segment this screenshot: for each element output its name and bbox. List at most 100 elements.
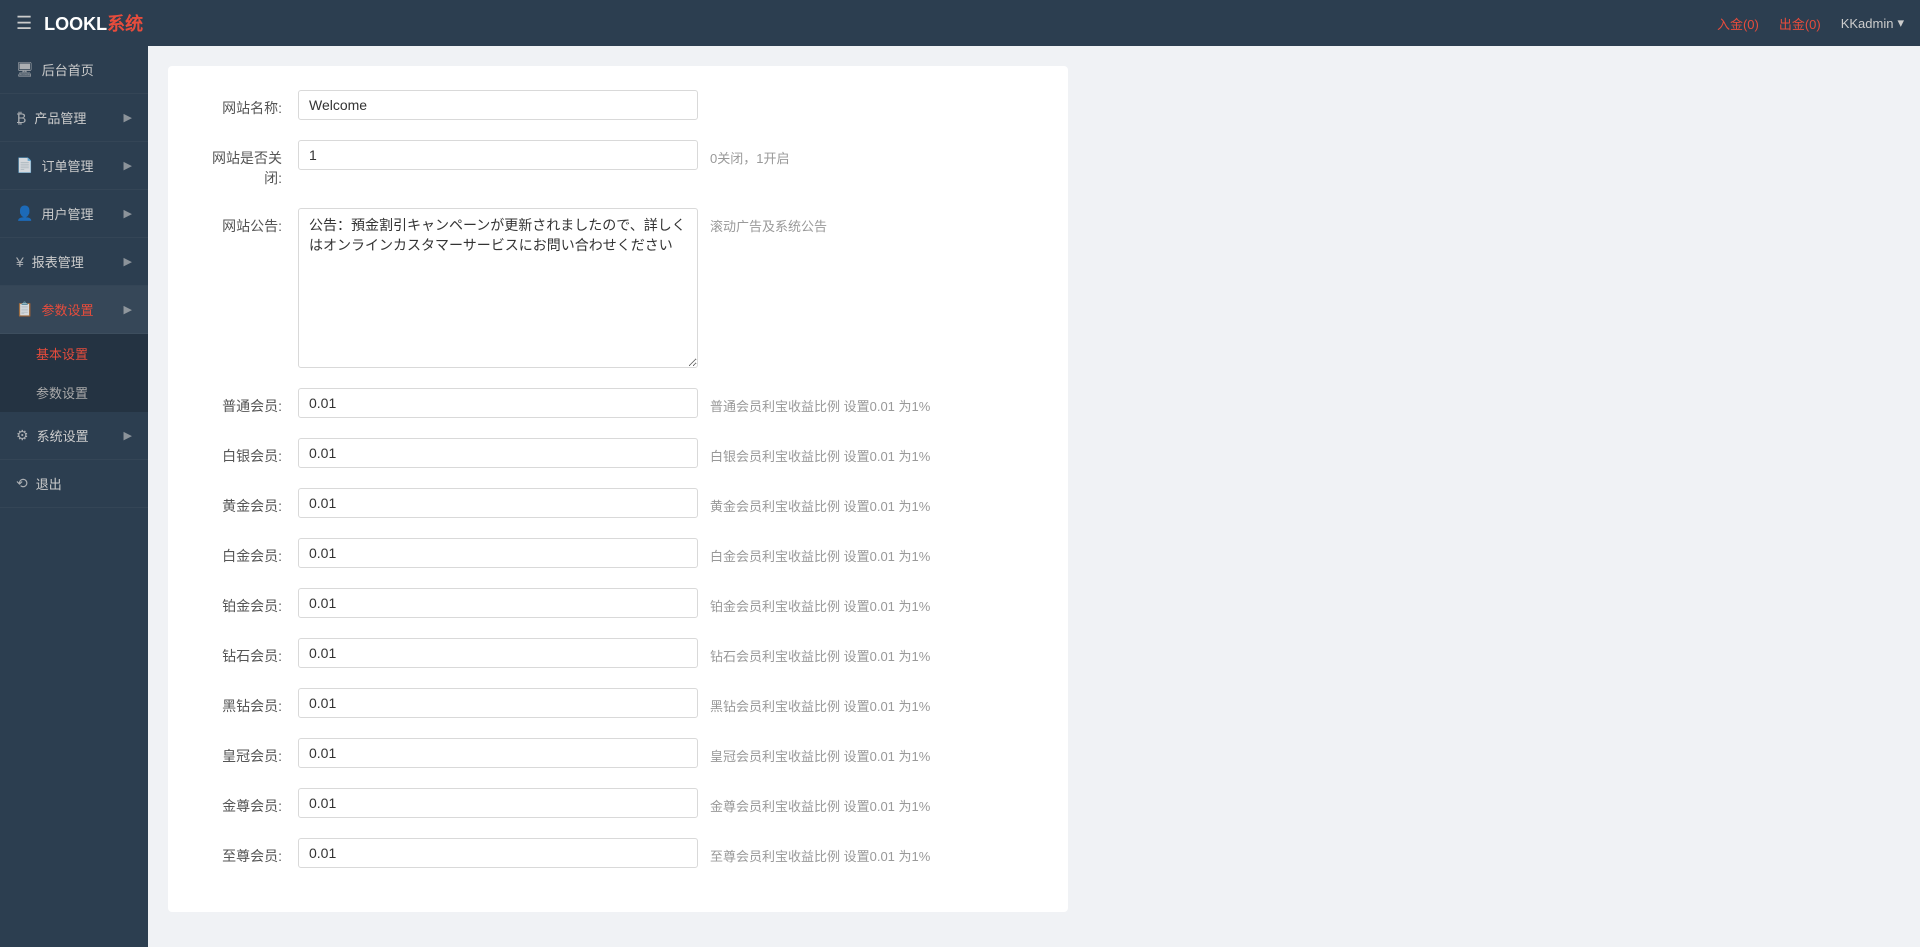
sidebar-item-label: 订单管理 bbox=[41, 156, 93, 175]
content-card: 网站名称: 网站是否关闭: 0关闭，1开启 网站公告: 公告：預金割引キャンペー… bbox=[168, 66, 1068, 912]
form-row-black-diamond: 黑钻会员: 黑钻会员利宝收益比例 设置0.01 为1% bbox=[198, 688, 1038, 718]
platinum-member-control: 白金会员利宝收益比例 设置0.01 为1% bbox=[298, 538, 1038, 568]
crown-member-label: 皇冠会员: bbox=[198, 738, 298, 766]
form-row-site-closed: 网站是否关闭: 0关闭，1开启 bbox=[198, 140, 1038, 188]
user-arrow-icon: ▾ bbox=[1897, 15, 1904, 31]
black-diamond-hint: 黑钻会员利宝收益比例 设置0.01 为1% bbox=[710, 688, 930, 715]
form-row-diamond-member: 钻石会员: 钻石会员利宝收益比例 设置0.01 为1% bbox=[198, 638, 1038, 668]
silver-member-input[interactable] bbox=[298, 438, 698, 468]
site-name-control bbox=[298, 90, 1038, 120]
users-icon: 👤 bbox=[16, 205, 33, 222]
normal-member-hint: 普通会员利宝收益比例 设置0.01 为1% bbox=[710, 388, 930, 415]
crown-member-control: 皇冠会员利宝收益比例 设置0.01 为1% bbox=[298, 738, 1038, 768]
site-name-input[interactable] bbox=[298, 90, 698, 120]
site-notice-textarea[interactable]: 公告：預金割引キャンペーンが更新されましたので、詳しくはオンラインカスタマーサー… bbox=[298, 208, 698, 368]
gold-member-control: 黄金会员利宝收益比例 设置0.01 为1% bbox=[298, 488, 1038, 518]
arrow-icon: ▶ bbox=[124, 255, 132, 268]
supreme-member-label: 至尊会员: bbox=[198, 838, 298, 866]
sidebar-item-label: 系统设置 bbox=[37, 426, 89, 445]
layout: 🖥 后台首页 ₿ 产品管理 ▶ 📄 订单管理 ▶ 👤 用户管理 ▶ ¥ 报表管理… bbox=[0, 46, 1920, 947]
form-row-gold-member: 黄金会员: 黄金会员利宝收益比例 设置0.01 为1% bbox=[198, 488, 1038, 518]
plat2-member-hint: 铂金会员利宝收益比例 设置0.01 为1% bbox=[710, 588, 930, 615]
sidebar-sub-params[interactable]: 参数设置 bbox=[0, 373, 148, 412]
sidebar-item-users[interactable]: 👤 用户管理 ▶ bbox=[0, 190, 148, 238]
sidebar-item-logout[interactable]: ⟲ 退出 bbox=[0, 460, 148, 508]
header-right: 入金(0) 出金(0) KKadmin ▾ bbox=[1717, 14, 1904, 33]
silver-member-hint: 白银会员利宝收益比例 设置0.01 为1% bbox=[710, 438, 930, 465]
gold-supreme-input[interactable] bbox=[298, 788, 698, 818]
form-row-gold-supreme: 金尊会员: 金尊会员利宝收益比例 设置0.01 为1% bbox=[198, 788, 1038, 818]
header: ☰ LOOKL系统 入金(0) 出金(0) KKadmin ▾ bbox=[0, 0, 1920, 46]
user-menu[interactable]: KKadmin ▾ bbox=[1841, 15, 1904, 31]
sidebar-item-orders[interactable]: 📄 订单管理 ▶ bbox=[0, 142, 148, 190]
hamburger-icon[interactable]: ☰ bbox=[16, 13, 32, 34]
supreme-member-control: 至尊会员利宝收益比例 设置0.01 为1% bbox=[298, 838, 1038, 868]
arrow-icon: ▶ bbox=[124, 207, 132, 220]
arrow-icon: ▶ bbox=[124, 303, 132, 316]
supreme-member-hint: 至尊会员利宝收益比例 设置0.01 为1% bbox=[710, 838, 930, 865]
crown-member-input[interactable] bbox=[298, 738, 698, 768]
gold-member-input[interactable] bbox=[298, 488, 698, 518]
black-diamond-input[interactable] bbox=[298, 688, 698, 718]
form-row-crown-member: 皇冠会员: 皇冠会员利宝收益比例 设置0.01 为1% bbox=[198, 738, 1038, 768]
plat2-member-label: 铂金会员: bbox=[198, 588, 298, 616]
gold-member-hint: 黄金会员利宝收益比例 设置0.01 为1% bbox=[710, 488, 930, 515]
gold-member-label: 黄金会员: bbox=[198, 488, 298, 516]
normal-member-input[interactable] bbox=[298, 388, 698, 418]
sidebar-item-label: 报表管理 bbox=[32, 252, 84, 271]
main-content: 网站名称: 网站是否关闭: 0关闭，1开启 网站公告: 公告：預金割引キャンペー… bbox=[148, 46, 1920, 947]
diamond-member-control: 钻石会员利宝收益比例 设置0.01 为1% bbox=[298, 638, 1038, 668]
sidebar-item-reports[interactable]: ¥ 报表管理 ▶ bbox=[0, 238, 148, 286]
system-icon: ⚙ bbox=[16, 427, 29, 444]
sidebar-item-dashboard[interactable]: 🖥 后台首页 bbox=[0, 46, 148, 94]
gold-supreme-control: 金尊会员利宝收益比例 设置0.01 为1% bbox=[298, 788, 1038, 818]
site-closed-label: 网站是否关闭: bbox=[198, 140, 298, 188]
platinum-member-input[interactable] bbox=[298, 538, 698, 568]
form-row-platinum-member: 白金会员: 白金会员利宝收益比例 设置0.01 为1% bbox=[198, 538, 1038, 568]
diamond-member-hint: 钻石会员利宝收益比例 设置0.01 为1% bbox=[710, 638, 930, 665]
sidebar-item-system[interactable]: ⚙ 系统设置 ▶ bbox=[0, 412, 148, 460]
form-row-normal-member: 普通会员: 普通会员利宝收益比例 设置0.01 为1% bbox=[198, 388, 1038, 418]
dashboard-icon: 🖥 bbox=[16, 61, 34, 78]
black-diamond-control: 黑钻会员利宝收益比例 设置0.01 为1% bbox=[298, 688, 1038, 718]
silver-member-label: 白银会员: bbox=[198, 438, 298, 466]
gold-supreme-label: 金尊会员: bbox=[198, 788, 298, 816]
form-row-plat2-member: 铂金会员: 铂金会员利宝收益比例 设置0.01 为1% bbox=[198, 588, 1038, 618]
sidebar-item-label: 后台首页 bbox=[42, 60, 94, 79]
sidebar-sub-basic[interactable]: 基本设置 bbox=[0, 334, 148, 373]
black-diamond-label: 黑钻会员: bbox=[198, 688, 298, 716]
sidebar-item-products[interactable]: ₿ 产品管理 ▶ bbox=[0, 94, 148, 142]
site-closed-input[interactable] bbox=[298, 140, 698, 170]
withdraw-button[interactable]: 出金(0) bbox=[1779, 14, 1821, 33]
logo-lookl: LOOKL bbox=[44, 14, 107, 34]
logo: LOOKL系统 bbox=[44, 10, 143, 36]
sidebar: 🖥 后台首页 ₿ 产品管理 ▶ 📄 订单管理 ▶ 👤 用户管理 ▶ ¥ 报表管理… bbox=[0, 46, 148, 947]
sidebar-item-label: 用户管理 bbox=[41, 204, 93, 223]
site-notice-hint: 滚动广告及系统公告 bbox=[710, 208, 827, 235]
header-left: ☰ LOOKL系统 bbox=[16, 10, 143, 36]
plat2-member-control: 铂金会员利宝收益比例 设置0.01 为1% bbox=[298, 588, 1038, 618]
platinum-member-label: 白金会员: bbox=[198, 538, 298, 566]
platinum-member-hint: 白金会员利宝收益比例 设置0.01 为1% bbox=[710, 538, 930, 565]
supreme-member-input[interactable] bbox=[298, 838, 698, 868]
site-closed-control: 0关闭，1开启 bbox=[298, 140, 1038, 170]
deposit-button[interactable]: 入金(0) bbox=[1717, 14, 1759, 33]
silver-member-control: 白银会员利宝收益比例 设置0.01 为1% bbox=[298, 438, 1038, 468]
sidebar-item-label: 参数设置 bbox=[41, 300, 93, 319]
sidebar-item-label: 退出 bbox=[36, 474, 62, 493]
form-row-supreme-member: 至尊会员: 至尊会员利宝收益比例 设置0.01 为1% bbox=[198, 838, 1038, 868]
site-name-label: 网站名称: bbox=[198, 90, 298, 118]
crown-member-hint: 皇冠会员利宝收益比例 设置0.01 为1% bbox=[710, 738, 930, 765]
site-notice-label: 网站公告: bbox=[198, 208, 298, 236]
form-row-site-notice: 网站公告: 公告：預金割引キャンペーンが更新されましたので、詳しくはオンラインカ… bbox=[198, 208, 1038, 368]
arrow-icon: ▶ bbox=[124, 429, 132, 442]
form-row-silver-member: 白银会员: 白银会员利宝收益比例 设置0.01 为1% bbox=[198, 438, 1038, 468]
site-notice-control: 公告：預金割引キャンペーンが更新されましたので、詳しくはオンラインカスタマーサー… bbox=[298, 208, 1038, 368]
normal-member-label: 普通会员: bbox=[198, 388, 298, 416]
products-icon: ₿ bbox=[16, 110, 26, 126]
diamond-member-label: 钻石会员: bbox=[198, 638, 298, 666]
diamond-member-input[interactable] bbox=[298, 638, 698, 668]
sidebar-item-params[interactable]: 📋 参数设置 ▶ bbox=[0, 286, 148, 334]
arrow-icon: ▶ bbox=[124, 111, 132, 124]
plat2-member-input[interactable] bbox=[298, 588, 698, 618]
